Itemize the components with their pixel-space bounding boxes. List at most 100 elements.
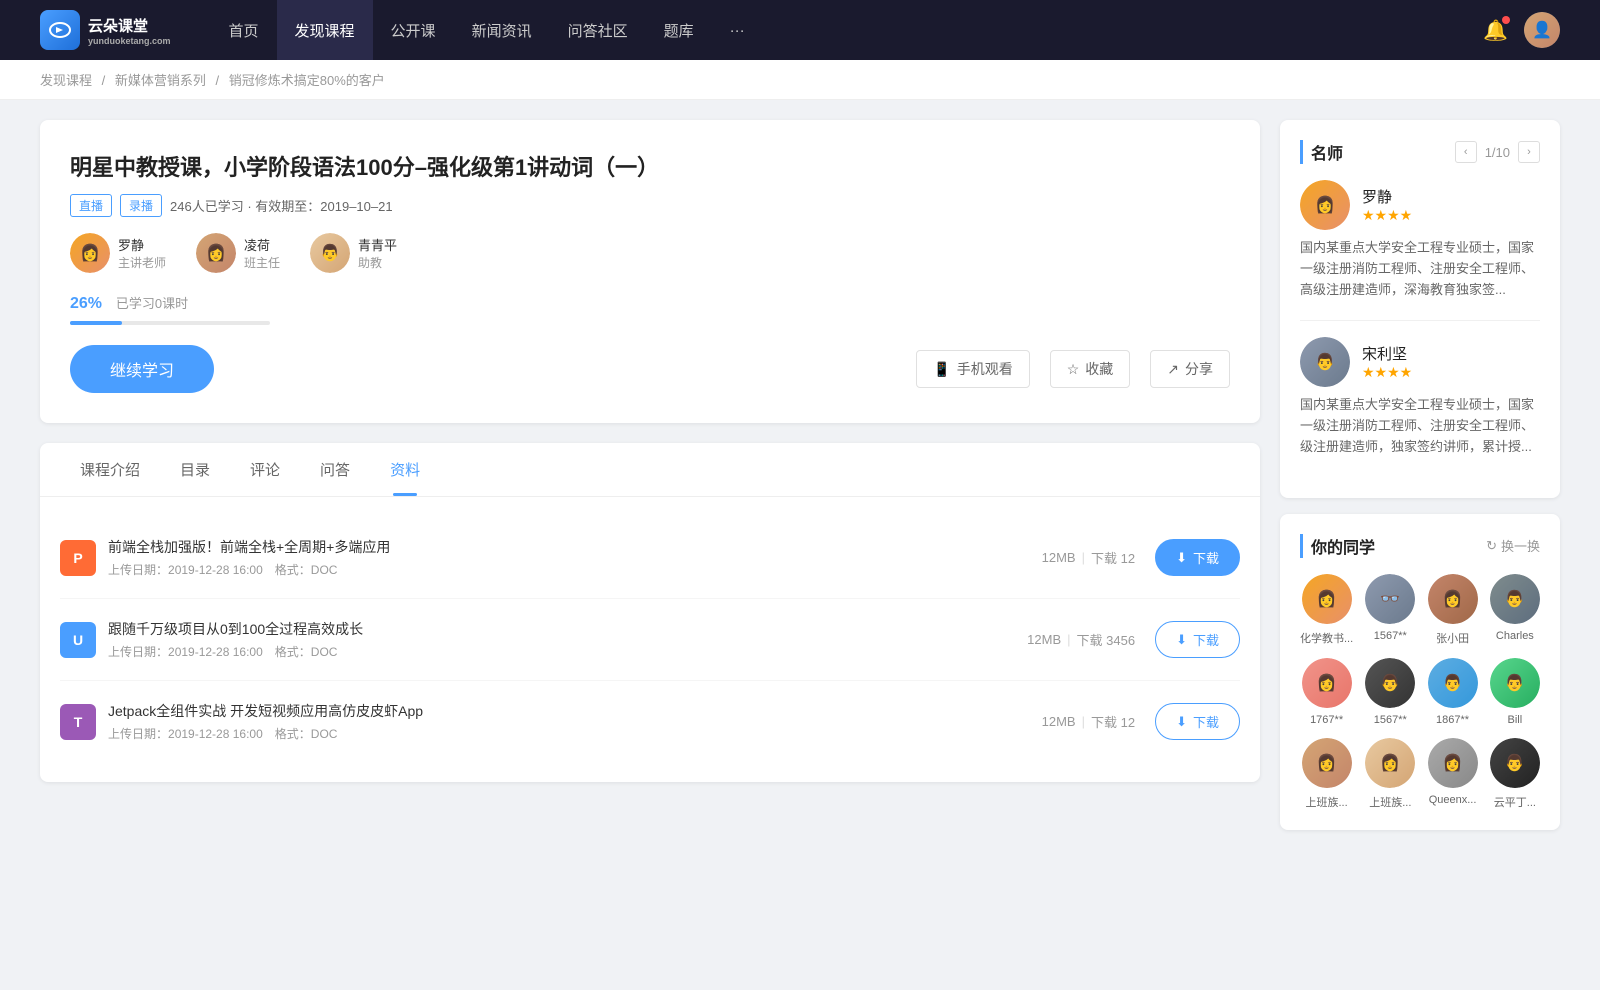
student-5-avatar: 👩 — [1302, 658, 1352, 708]
download-button-1[interactable]: ⬇ 下载 — [1155, 539, 1240, 576]
teacher-3-role: 助教 — [358, 254, 397, 271]
pagination-count: 1/10 — [1485, 145, 1510, 160]
teacher-1: 👩 罗静 主讲老师 — [70, 233, 166, 273]
tabs-content: P 前端全栈加强版！前端全栈+全周期+多端应用 上传日期：2019-12-28 … — [40, 497, 1260, 782]
nav-news[interactable]: 新闻资讯 — [454, 0, 550, 60]
student-2[interactable]: 👓 1567** — [1365, 574, 1415, 646]
progress-sub: 已学习0课时 — [116, 293, 188, 312]
tab-catalog[interactable]: 目录 — [160, 443, 230, 496]
file-title-3: Jetpack全组件实战 开发短视频应用高仿皮皮虾App — [108, 701, 1042, 721]
course-card: 明星中教授课，小学阶段语法100分–强化级第1讲动词（一） 直播 录播 246人… — [40, 120, 1260, 423]
download-icon-3: ⬇ — [1176, 714, 1187, 730]
breadcrumb: 发现课程 / 新媒体营销系列 / 销冠修炼术搞定80%的客户 — [0, 60, 1600, 100]
file-info-3: Jetpack全组件实战 开发短视频应用高仿皮皮虾App 上传日期：2019-1… — [108, 701, 1042, 742]
avatar-image: 👤 — [1524, 12, 1560, 48]
teacher-3-info: 青青平 助教 — [358, 235, 397, 271]
sidebar-teacher-1-info: 罗静 ★★★★ — [1362, 186, 1412, 224]
student-7-name: 1867** — [1436, 714, 1469, 726]
nav-items: 首页 发现课程 公开课 新闻资讯 问答社区 题库 ··· — [211, 0, 1484, 60]
teachers: 👩 罗静 主讲老师 👩 凌荷 班主任 — [70, 233, 1230, 273]
nav-bank[interactable]: 题库 — [646, 0, 712, 60]
student-4-avatar: 👨 — [1490, 574, 1540, 624]
user-avatar[interactable]: 👤 — [1524, 12, 1560, 48]
tab-qa[interactable]: 问答 — [300, 443, 370, 496]
download-button-2[interactable]: ⬇ 下载 — [1155, 621, 1240, 658]
download-button-3[interactable]: ⬇ 下载 — [1155, 703, 1240, 740]
students-grid: 👩 化学教书... 👓 1567** 👩 张小田 — [1300, 574, 1540, 810]
student-10[interactable]: 👩 上班族... — [1365, 738, 1415, 810]
student-9[interactable]: 👩 上班族... — [1300, 738, 1353, 810]
teacher-1-role: 主讲老师 — [118, 254, 166, 271]
teacher-2-role: 班主任 — [244, 254, 280, 271]
refresh-icon: ↻ — [1486, 538, 1497, 554]
teacher-2-name: 凌荷 — [244, 235, 280, 254]
student-12-name: 云平丁... — [1494, 794, 1536, 810]
student-5-name: 1767** — [1310, 714, 1343, 726]
teachers-card-header: 名师 ‹ 1/10 › — [1300, 140, 1540, 164]
file-meta-3: 上传日期：2019-12-28 16:00 格式：DOC — [108, 725, 1042, 742]
breadcrumb-series[interactable]: 新媒体营销系列 — [115, 73, 206, 88]
action-btns: 📱 手机观看 ☆ 收藏 ↗ 分享 — [916, 350, 1230, 388]
student-3[interactable]: 👩 张小田 — [1427, 574, 1477, 646]
student-4[interactable]: 👨 Charles — [1490, 574, 1540, 646]
students-card-title: 你的同学 — [1300, 534, 1375, 558]
logo[interactable]: 云朵课堂 yunduoketang.com — [40, 10, 171, 50]
nav-more[interactable]: ··· — [712, 0, 763, 60]
sidebar-teacher-1-desc: 国内某重点大学安全工程专业硕士，国家一级注册消防工程师、注册安全工程师、高级注册… — [1300, 238, 1540, 300]
refresh-button[interactable]: ↻ 换一换 — [1486, 536, 1540, 555]
bell-icon[interactable]: 🔔 — [1483, 18, 1508, 43]
nav-open[interactable]: 公开课 — [373, 0, 454, 60]
teacher-2-avatar: 👩 — [196, 233, 236, 273]
progress-section: 26% 已学习0课时 — [70, 293, 1230, 325]
tabs-header: 课程介绍 目录 评论 问答 资料 — [40, 443, 1260, 497]
file-info-2: 跟随千万级项目从0到100全过程高效成长 上传日期：2019-12-28 16:… — [108, 619, 1027, 660]
student-6-avatar: 👨 — [1365, 658, 1415, 708]
student-10-avatar: 👩 — [1365, 738, 1415, 788]
badge-live: 直播 — [70, 194, 112, 217]
student-1-avatar: 👩 — [1302, 574, 1352, 624]
teachers-card-title: 名师 — [1300, 140, 1343, 164]
teacher-1-info: 罗静 主讲老师 — [118, 235, 166, 271]
file-stats-1: 12MB | 下载 12 — [1042, 548, 1135, 567]
sidebar-teacher-2-desc: 国内某重点大学安全工程专业硕士，国家一级注册消防工程师、注册安全工程师、级注册建… — [1300, 395, 1540, 457]
file-info-1: 前端全栈加强版！前端全栈+全周期+多端应用 上传日期：2019-12-28 16… — [108, 537, 1042, 578]
student-8[interactable]: 👨 Bill — [1490, 658, 1540, 726]
nav-home[interactable]: 首页 — [211, 0, 277, 60]
student-8-name: Bill — [1508, 714, 1523, 726]
progress-bar-bg — [70, 321, 270, 325]
tab-intro[interactable]: 课程介绍 — [60, 443, 160, 496]
course-actions: 继续学习 📱 手机观看 ☆ 收藏 ↗ 分享 — [70, 345, 1230, 393]
nav-discover[interactable]: 发现课程 — [277, 0, 373, 60]
student-6[interactable]: 👨 1567** — [1365, 658, 1415, 726]
tab-resource[interactable]: 资料 — [370, 443, 440, 496]
student-1[interactable]: 👩 化学教书... — [1300, 574, 1353, 646]
pagination-prev[interactable]: ‹ — [1455, 141, 1477, 163]
breadcrumb-discover[interactable]: 发现课程 — [40, 73, 92, 88]
file-icon-2: U — [60, 622, 96, 658]
sidebar-teacher-1-avatar: 👩 — [1300, 180, 1350, 230]
student-11-name: Queenx... — [1429, 794, 1477, 806]
student-12-avatar: 👨 — [1490, 738, 1540, 788]
nav-qa[interactable]: 问答社区 — [550, 0, 646, 60]
student-2-avatar: 👓 — [1365, 574, 1415, 624]
share-button[interactable]: ↗ 分享 — [1150, 350, 1230, 388]
student-5[interactable]: 👩 1767** — [1300, 658, 1353, 726]
student-10-name: 上班族... — [1369, 794, 1411, 810]
teacher-1-avatar: 👩 — [70, 233, 110, 273]
student-3-avatar: 👩 — [1428, 574, 1478, 624]
student-12[interactable]: 👨 云平丁... — [1490, 738, 1540, 810]
download-icon-2: ⬇ — [1176, 632, 1187, 648]
share-icon: ↗ — [1167, 361, 1179, 378]
pagination-next[interactable]: › — [1518, 141, 1540, 163]
mobile-watch-button[interactable]: 📱 手机观看 — [916, 350, 1029, 388]
continue-button[interactable]: 继续学习 — [70, 345, 214, 393]
logo-text: 云朵课堂 yunduoketang.com — [88, 15, 171, 46]
student-7[interactable]: 👨 1867** — [1427, 658, 1477, 726]
tab-review[interactable]: 评论 — [230, 443, 300, 496]
sidebar-teacher-1: 👩 罗静 ★★★★ 国内某重点大学安全工程专业硕士，国家一级注册消防工程师、注册… — [1300, 180, 1540, 300]
collect-button[interactable]: ☆ 收藏 — [1050, 350, 1131, 388]
student-7-avatar: 👨 — [1428, 658, 1478, 708]
student-11[interactable]: 👩 Queenx... — [1427, 738, 1477, 810]
teacher-3-name: 青青平 — [358, 235, 397, 254]
student-9-name: 上班族... — [1306, 794, 1348, 810]
